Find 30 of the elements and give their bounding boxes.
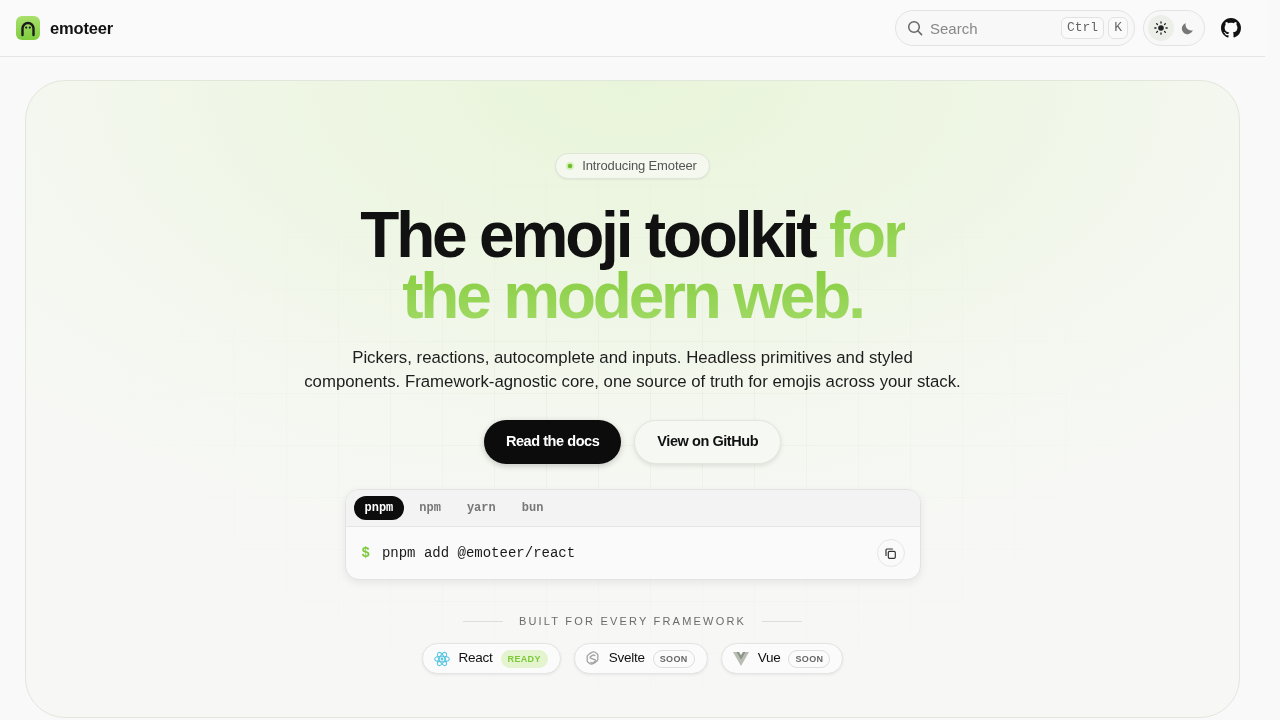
status-dot-icon [566, 162, 575, 170]
tab[interactable]: npm [408, 496, 452, 520]
github-icon[interactable] [1221, 18, 1241, 38]
github-button[interactable]: View on GitHub [634, 420, 782, 464]
s-shape-icon [585, 650, 600, 667]
install-command: pnpm add @emoteer/react [381, 543, 576, 563]
status-badge: READY [500, 649, 548, 668]
badge-text: Introducing Emoteer [582, 157, 697, 176]
v-shape-icon [732, 651, 749, 666]
framework-name: React [458, 649, 493, 668]
shortcut-key: K [1108, 17, 1128, 39]
prompt-symbol: $ [361, 543, 370, 563]
framework-name: Svelte [608, 649, 645, 668]
tab[interactable]: bun [510, 496, 555, 520]
tab[interactable]: yarn [455, 496, 507, 520]
section-label: BUILT FOR EVERY FRAMEWORK [518, 614, 747, 629]
shortcut-key: Ctrl [1060, 17, 1105, 39]
copy-icon [885, 547, 896, 559]
logo-icon [16, 16, 40, 40]
docs-button[interactable]: Read the docs [483, 420, 622, 464]
copy-button[interactable] [876, 539, 905, 567]
brand-name[interactable]: emoteer [50, 15, 114, 41]
light-mode-button[interactable] [1148, 15, 1174, 41]
framework-name: Vue [757, 649, 781, 668]
tab[interactable]: pnpm [353, 496, 405, 520]
hero-description: Pickers, reactions, autocomplete and inputs. Headless primitives and styled components. Framework-agnostic core, one source of truth for emojis across your stack. [303, 347, 962, 393]
moon-icon [1180, 21, 1194, 35]
sun-icon [1154, 21, 1168, 35]
atom-icon [433, 650, 450, 667]
search-icon [907, 20, 923, 36]
